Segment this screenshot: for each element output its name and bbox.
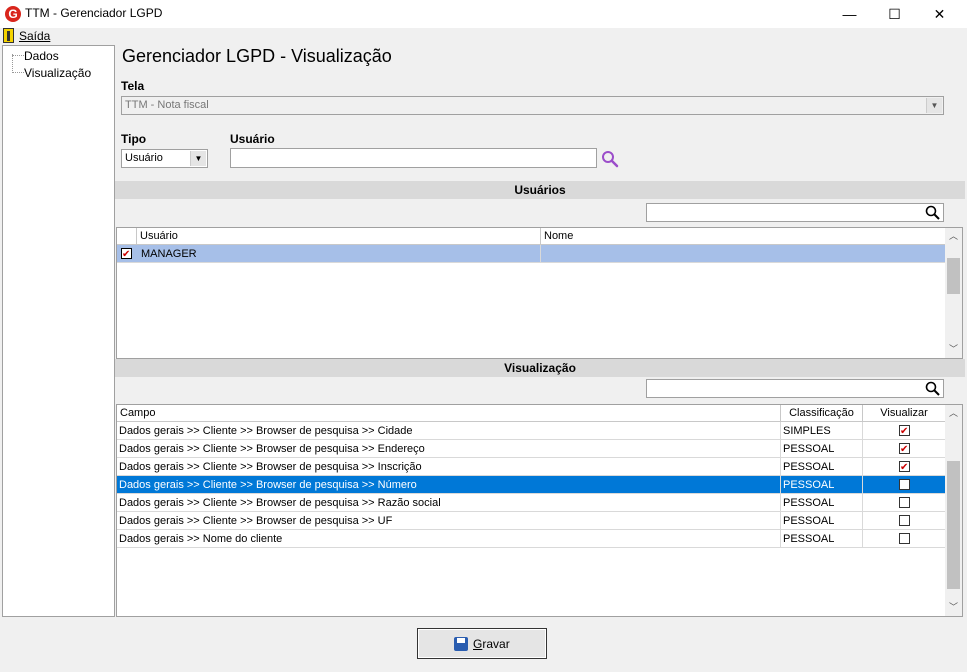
table-row[interactable]: Dados gerais >> Cliente >> Browser de pe…: [117, 458, 946, 476]
table-row[interactable]: MANAGER: [117, 245, 946, 264]
view-cell-visualizar: [863, 512, 946, 529]
menu-exit[interactable]: Saída: [19, 29, 50, 44]
usuario-label: Usuário: [230, 132, 275, 146]
exit-door-icon[interactable]: [3, 28, 14, 43]
view-cell-visualizar: [863, 422, 946, 439]
tela-label: Tela: [121, 79, 145, 93]
window-title: TTM - Gerenciador LGPD: [25, 6, 163, 20]
user-cell-usuario: MANAGER: [137, 245, 541, 262]
visualizar-checkbox[interactable]: [899, 515, 910, 526]
app-logo-icon: G: [5, 6, 21, 22]
view-cell-campo: Dados gerais >> Nome do cliente: [117, 530, 781, 547]
view-col-visualizar[interactable]: Visualizar: [863, 405, 946, 422]
minimize-icon: —: [842, 6, 857, 22]
users-col-usuario[interactable]: Usuário: [137, 228, 541, 245]
users-col-nome[interactable]: Nome: [541, 228, 946, 245]
users-grid: Usuário Nome MANAGER ︿ ﹀: [116, 227, 963, 359]
tipo-label: Tipo: [121, 132, 147, 146]
visualizar-checkbox[interactable]: [899, 533, 910, 544]
users-section-header: Usuários: [115, 181, 965, 199]
visualizar-checkbox[interactable]: [899, 441, 910, 457]
close-icon: ✕: [933, 6, 946, 22]
view-grid: Campo Classificação Visualizar Dados ger…: [116, 404, 963, 617]
tipo-select[interactable]: Usuário ▼: [121, 149, 208, 168]
view-col-campo[interactable]: Campo: [117, 405, 781, 422]
navigation-tree: Dados Visualização: [2, 45, 115, 617]
table-row[interactable]: Dados gerais >> Cliente >> Browser de pe…: [117, 512, 946, 530]
users-scrollbar[interactable]: ︿ ﹀: [945, 228, 962, 358]
view-cell-classificacao: PESSOAL: [781, 476, 863, 493]
table-row[interactable]: Dados gerais >> Cliente >> Browser de pe…: [117, 422, 946, 440]
view-cell-visualizar: [863, 440, 946, 457]
menu-bar: [0, 28, 967, 46]
tela-value: TTM - Nota fiscal: [125, 99, 209, 111]
close-button[interactable]: ✕: [917, 0, 962, 28]
view-col-classificacao[interactable]: Classificação: [781, 405, 863, 422]
view-scrollbar[interactable]: ︿ ﹀: [945, 405, 962, 616]
view-cell-classificacao: PESSOAL: [781, 440, 863, 457]
table-row[interactable]: Dados gerais >> Nome do cliente PESSOAL: [117, 530, 946, 548]
view-cell-visualizar: [863, 458, 946, 475]
usuario-input[interactable]: [230, 148, 597, 168]
view-cell-campo: Dados gerais >> Cliente >> Browser de pe…: [117, 422, 781, 439]
view-cell-classificacao: PESSOAL: [781, 494, 863, 511]
search-icon[interactable]: [925, 205, 941, 221]
view-cell-campo: Dados gerais >> Cliente >> Browser de pe…: [117, 440, 781, 457]
view-cell-visualizar: [863, 476, 946, 493]
user-cell-nome: [541, 245, 946, 262]
users-filter-input[interactable]: [646, 203, 944, 222]
view-cell-campo: Dados gerais >> Cliente >> Browser de pe…: [117, 512, 781, 529]
page-title: Gerenciador LGPD - Visualização: [122, 46, 392, 66]
search-icon[interactable]: [925, 381, 941, 397]
maximize-button[interactable]: ☐: [872, 0, 917, 28]
chevron-down-icon[interactable]: ▼: [190, 151, 206, 166]
view-cell-campo: Dados gerais >> Cliente >> Browser de pe…: [117, 494, 781, 511]
scroll-down-icon[interactable]: ﹀: [945, 341, 962, 358]
user-row-checkbox[interactable]: [121, 246, 132, 264]
scroll-thumb[interactable]: [947, 461, 960, 589]
floppy-disk-icon: [454, 637, 468, 651]
scroll-down-icon[interactable]: ﹀: [945, 599, 962, 616]
tipo-value: Usuário: [125, 152, 163, 164]
visualizar-checkbox[interactable]: [899, 497, 910, 508]
view-cell-classificacao: PESSOAL: [781, 530, 863, 547]
view-cell-visualizar: [863, 530, 946, 547]
maximize-icon: ☐: [888, 6, 901, 22]
view-cell-visualizar: [863, 494, 946, 511]
table-row[interactable]: Dados gerais >> Cliente >> Browser de pe…: [117, 440, 946, 458]
table-row[interactable]: Dados gerais >> Cliente >> Browser de pe…: [117, 476, 946, 494]
view-cell-campo: Dados gerais >> Cliente >> Browser de pe…: [117, 458, 781, 475]
view-filter-input[interactable]: [646, 379, 944, 398]
view-cell-classificacao: PESSOAL: [781, 512, 863, 529]
visualizar-checkbox[interactable]: [899, 423, 910, 439]
visualizar-checkbox[interactable]: [899, 479, 910, 490]
view-cell-classificacao: SIMPLES: [781, 422, 863, 439]
scroll-thumb[interactable]: [947, 258, 960, 294]
scroll-up-icon[interactable]: ︿: [945, 405, 962, 422]
tree-item-dados[interactable]: Dados: [24, 49, 59, 63]
view-section-header: Visualização: [115, 359, 965, 377]
view-cell-campo: Dados gerais >> Cliente >> Browser de pe…: [117, 476, 781, 493]
scroll-up-icon[interactable]: ︿: [945, 228, 962, 245]
users-grid-header-check: [117, 228, 137, 245]
minimize-button[interactable]: —: [827, 0, 872, 28]
search-icon[interactable]: [601, 150, 619, 168]
save-button[interactable]: Gravar: [417, 628, 547, 659]
save-button-label: Gravar: [473, 637, 510, 651]
visualizar-checkbox[interactable]: [899, 459, 910, 475]
tree-item-visualizacao[interactable]: Visualização: [24, 66, 91, 80]
table-row[interactable]: Dados gerais >> Cliente >> Browser de pe…: [117, 494, 946, 512]
chevron-down-icon[interactable]: ▼: [926, 98, 942, 113]
tela-select[interactable]: TTM - Nota fiscal ▼: [121, 96, 944, 115]
view-cell-classificacao: PESSOAL: [781, 458, 863, 475]
